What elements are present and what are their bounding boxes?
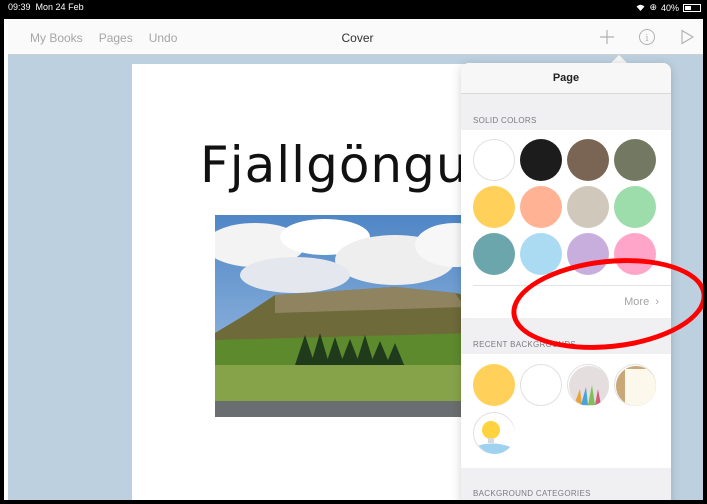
- background-categories-label: BACKGROUND CATEGORIES: [473, 489, 591, 498]
- time-label: 09:39: [8, 2, 31, 12]
- recent-bulb-swatch[interactable]: [473, 412, 515, 454]
- info-icon[interactable]: i: [637, 27, 657, 47]
- color-swatch[interactable]: [567, 139, 609, 181]
- recent-backgrounds-panel: [461, 354, 671, 468]
- landscape-image: [215, 215, 477, 417]
- plus-icon[interactable]: [597, 27, 617, 47]
- color-swatch[interactable]: [614, 186, 656, 228]
- recent-grid: [473, 364, 656, 454]
- status-time: 09:39 Mon 24 Feb: [8, 2, 84, 12]
- popover-title: Page: [461, 63, 671, 94]
- svg-text:i: i: [646, 34, 649, 44]
- landscape-photo[interactable]: [215, 215, 477, 417]
- status-right: ⊕ 40%: [636, 2, 701, 13]
- orientation-lock-icon: ⊕: [649, 2, 657, 12]
- date-label: Mon 24 Feb: [35, 2, 84, 12]
- color-swatch[interactable]: [520, 233, 562, 275]
- color-swatch[interactable]: [473, 233, 515, 275]
- play-icon[interactable]: [677, 27, 697, 47]
- color-swatch[interactable]: [473, 186, 515, 228]
- nav-bar: My Books Pages Undo Cover i: [8, 19, 703, 55]
- battery-icon: [683, 3, 701, 12]
- color-swatch[interactable]: [520, 186, 562, 228]
- color-swatch[interactable]: [567, 186, 609, 228]
- wifi-icon: [636, 4, 645, 11]
- nav-right: i: [597, 27, 697, 47]
- recent-pencils-swatch[interactable]: [567, 364, 609, 406]
- color-swatch[interactable]: [520, 139, 562, 181]
- app-frame: 09:39 Mon 24 Feb ⊕ 40% My Books Pages Un…: [0, 0, 707, 504]
- recent-white-swatch[interactable]: [520, 364, 562, 406]
- status-bar: 09:39 Mon 24 Feb ⊕ 40%: [4, 0, 703, 19]
- solid-colors-label: SOLID COLORS: [473, 116, 537, 125]
- page-title[interactable]: Fjallgöngu: [200, 136, 469, 194]
- color-swatch[interactable]: [614, 139, 656, 181]
- recent-yellow-swatch[interactable]: [473, 364, 515, 406]
- battery-percent: 40%: [660, 2, 679, 13]
- recent-paper-swatch[interactable]: [614, 364, 656, 406]
- color-swatch[interactable]: [473, 139, 515, 181]
- solid-colors-grid: [473, 139, 656, 275]
